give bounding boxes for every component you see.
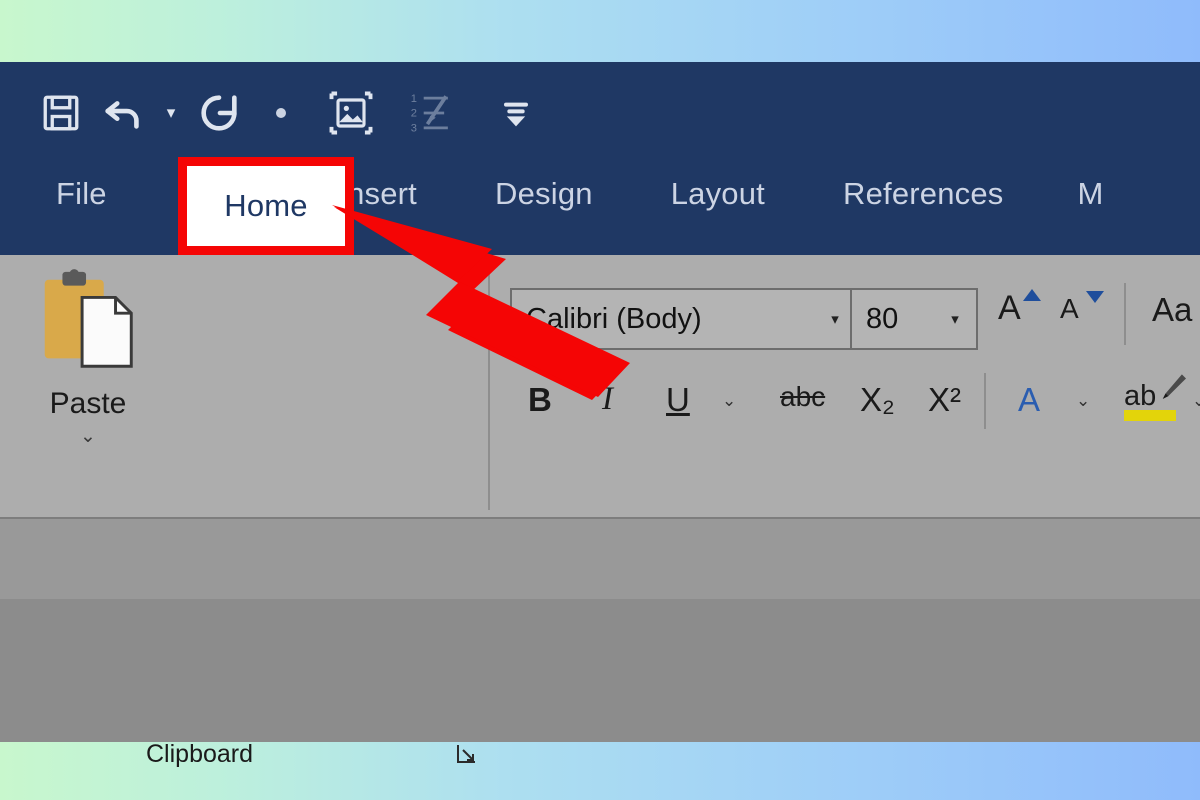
shrink-font-arrow-icon — [1086, 291, 1104, 303]
font-name-combobox[interactable]: Calibri (Body) ▾ — [510, 288, 858, 350]
tab-mailings[interactable]: M — [1078, 170, 1104, 212]
top-decorative-gradient-band — [0, 0, 1200, 62]
tab-design[interactable]: Design — [495, 170, 593, 212]
underline-dropdown-caret-icon[interactable]: ⌄ — [722, 391, 736, 411]
document-ruler[interactable]: L ı · 2 · ı · 1 · ı · — [0, 517, 1200, 601]
font-name-value: Calibri (Body) — [526, 302, 702, 335]
redo-icon[interactable] — [188, 82, 250, 144]
ribbon-group-font: Calibri (Body) ▾ 80 ▾ A A Aa B I U ⌄ abc… — [492, 255, 1200, 517]
ribbon-group-clipboard: Paste ⌄ Cut Copy — [0, 255, 488, 768]
text-highlight-label: ab — [1124, 380, 1157, 412]
subscript-button[interactable]: X₂ — [860, 381, 895, 419]
grow-font-button[interactable]: A — [998, 289, 1021, 328]
clipboard-dialog-launcher-icon[interactable] — [455, 742, 479, 766]
font-size-value: 80 — [866, 302, 899, 335]
paste-button[interactable]: Paste ⌄ — [22, 263, 154, 463]
font-group-divider — [1124, 283, 1126, 345]
quick-access-toolbar: ▾ 1 2 3 — [0, 70, 1200, 156]
tab-home[interactable]: Home — [178, 157, 354, 255]
font-size-dropdown-caret-icon[interactable]: ▾ — [934, 310, 976, 328]
save-icon[interactable] — [30, 82, 92, 144]
customize-quick-access-toolbar-icon[interactable] — [476, 82, 556, 144]
word-screenshot: ▾ 1 2 3 File Insert Design Layout Refere… — [0, 0, 1200, 800]
svg-text:1: 1 — [411, 93, 417, 105]
paste-button-label: Paste — [49, 387, 127, 420]
change-case-button[interactable]: Aa — [1152, 291, 1192, 329]
text-effects-button[interactable]: A — [1018, 381, 1040, 419]
grow-font-arrow-icon — [1023, 289, 1041, 301]
bullet-dot-icon[interactable] — [250, 82, 312, 144]
text-highlight-color-button[interactable]: ab — [1124, 374, 1186, 421]
tab-file[interactable]: File — [56, 170, 107, 212]
insert-picture-icon[interactable] — [312, 82, 390, 144]
strikethrough-button[interactable]: abc — [780, 381, 825, 413]
text-effects-dropdown-caret-icon[interactable]: ⌄ — [1076, 391, 1090, 411]
font-size-combobox[interactable]: 80 ▾ — [850, 288, 978, 350]
superscript-button[interactable]: X² — [928, 381, 961, 419]
font-color-dropdown-caret-icon[interactable]: ⌄ — [1192, 391, 1200, 411]
svg-text:3: 3 — [411, 123, 417, 135]
italic-button[interactable]: I — [602, 381, 613, 418]
undo-icon[interactable] — [92, 82, 154, 144]
shrink-font-button[interactable]: A — [1060, 293, 1079, 325]
underline-button[interactable]: U — [666, 381, 690, 419]
tab-layout[interactable]: Layout — [671, 170, 765, 212]
tab-home-label: Home — [224, 188, 308, 223]
svg-text:2: 2 — [411, 108, 417, 120]
paste-dropdown-caret-icon[interactable]: ⌄ — [80, 427, 96, 446]
highlight-color-swatch — [1124, 410, 1176, 421]
font-group-divider-2 — [984, 373, 986, 429]
sort-icon[interactable]: 1 2 3 — [390, 82, 476, 144]
document-canvas[interactable] — [0, 599, 1200, 742]
group-divider — [488, 262, 490, 510]
clipboard-group-label: Clipboard — [146, 740, 254, 768]
tab-references[interactable]: References — [843, 170, 1004, 212]
undo-dropdown-caret-icon[interactable]: ▾ — [154, 82, 188, 144]
pen-icon — [1162, 374, 1186, 399]
paste-icon — [44, 269, 133, 368]
bold-button[interactable]: B — [528, 381, 552, 419]
